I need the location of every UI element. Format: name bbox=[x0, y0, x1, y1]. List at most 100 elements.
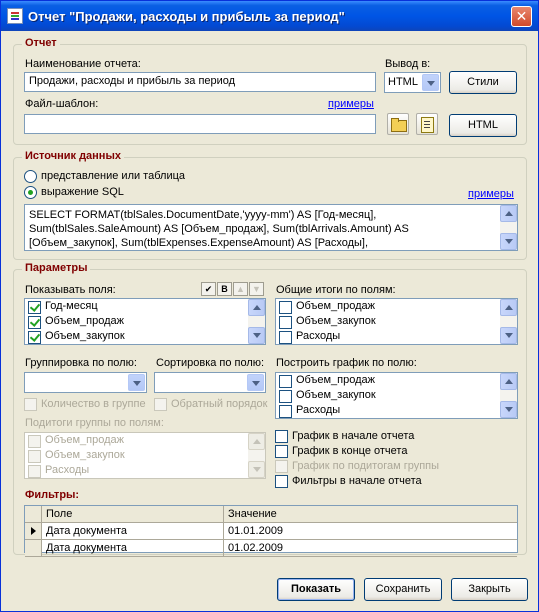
scroll-down-icon[interactable] bbox=[500, 401, 517, 418]
filters-at-start-label: Фильтры в начале отчета bbox=[292, 475, 422, 487]
checkbox[interactable] bbox=[28, 316, 41, 329]
template-file-label: Файл-шаблон: bbox=[25, 98, 99, 110]
scroll-up-icon[interactable] bbox=[248, 433, 265, 450]
scroll-up-icon[interactable] bbox=[248, 299, 265, 316]
sql-text: SELECT FORMAT(tblSales.DocumentDate,'yyy… bbox=[29, 209, 409, 249]
sql-examples-link[interactable]: примеры bbox=[468, 188, 514, 200]
chart-by-subtotals-label: График по подитогам группы bbox=[292, 460, 440, 472]
subtotals-label: Подитоги группы по полям: bbox=[25, 417, 164, 429]
filters-grid[interactable]: Поле Значение Дата документа 01.01.2009 … bbox=[24, 505, 518, 557]
show-button[interactable]: Показать bbox=[277, 578, 355, 601]
group-by-select[interactable] bbox=[24, 372, 147, 393]
chevron-down-icon[interactable] bbox=[128, 374, 145, 391]
report-group-title: Отчет bbox=[22, 37, 60, 49]
data-source-group-title: Источник данных bbox=[22, 150, 124, 162]
checkbox[interactable] bbox=[279, 405, 292, 418]
close-window-button[interactable]: ✕ bbox=[511, 6, 532, 27]
title-bar[interactable]: Отчет "Продажи, расходы и прибыль за пер… bbox=[1, 1, 538, 31]
scroll-down-icon[interactable] bbox=[500, 233, 517, 250]
bold-button[interactable]: B bbox=[217, 282, 232, 296]
filters-title: Фильтры: bbox=[25, 489, 80, 501]
report-dialog: Отчет "Продажи, расходы и прибыль за пер… bbox=[0, 0, 539, 612]
close-button[interactable]: Закрыть bbox=[451, 578, 528, 601]
checkbox[interactable] bbox=[279, 301, 292, 314]
checkbox[interactable] bbox=[279, 316, 292, 329]
row-header[interactable] bbox=[25, 523, 42, 540]
totals-scrollbar[interactable] bbox=[500, 299, 517, 344]
examples-link[interactable]: примеры bbox=[328, 98, 374, 110]
checkbox[interactable] bbox=[24, 398, 37, 411]
checkbox[interactable] bbox=[275, 460, 288, 473]
scroll-down-icon[interactable] bbox=[248, 461, 265, 478]
scroll-up-icon[interactable] bbox=[500, 205, 517, 222]
checkbox[interactable] bbox=[275, 445, 288, 458]
reverse-order-label: Обратный порядок bbox=[171, 398, 268, 410]
list-item-label: Объем_закупок bbox=[45, 449, 125, 461]
checkbox[interactable] bbox=[28, 331, 41, 344]
scroll-down-icon[interactable] bbox=[500, 327, 517, 344]
chevron-down-icon[interactable] bbox=[422, 74, 439, 91]
parameters-group-title: Параметры bbox=[22, 262, 91, 274]
checkbox[interactable] bbox=[279, 390, 292, 403]
scroll-up-icon[interactable] bbox=[500, 373, 517, 390]
grid-corner bbox=[25, 506, 42, 523]
open-folder-icon[interactable] bbox=[387, 113, 409, 135]
checkbox[interactable] bbox=[275, 430, 288, 443]
list-item-label: Расходы bbox=[296, 404, 341, 416]
checkbox[interactable] bbox=[275, 475, 288, 488]
show-fields-list[interactable]: Год-месяц Объем_продаж Объем_закупок bbox=[24, 298, 266, 345]
chart-fields-list[interactable]: Объем_продаж Объем_закупок Расходы bbox=[275, 372, 518, 419]
sql-scrollbar[interactable] bbox=[500, 205, 517, 250]
radio-sql[interactable] bbox=[24, 186, 37, 199]
column-header-value[interactable]: Значение bbox=[224, 506, 517, 523]
chart-by-label: Построить график по полю: bbox=[276, 357, 417, 369]
table-cell[interactable]: 01.01.2009 bbox=[224, 523, 517, 540]
radio-view[interactable] bbox=[24, 170, 37, 183]
subtotals-scrollbar[interactable] bbox=[248, 433, 265, 478]
sql-textarea[interactable]: SELECT FORMAT(tblSales.DocumentDate,'yyy… bbox=[24, 204, 518, 251]
checkbox[interactable] bbox=[279, 331, 292, 344]
table-cell[interactable]: Дата документа bbox=[42, 523, 224, 540]
list-item-label: Объем_продаж bbox=[45, 434, 125, 446]
styles-button[interactable]: Стили bbox=[449, 71, 517, 94]
list-item-label: Объем_продаж bbox=[296, 300, 376, 312]
subtotals-fields-list[interactable]: Объем_продаж Объем_закупок Расходы bbox=[24, 432, 266, 479]
template-file-input[interactable] bbox=[24, 114, 376, 134]
row-header[interactable] bbox=[25, 540, 42, 557]
show-fields-scrollbar[interactable] bbox=[248, 299, 265, 344]
check-all-button[interactable]: ✔ bbox=[201, 282, 216, 296]
scroll-up-icon[interactable] bbox=[500, 299, 517, 316]
output-format-select[interactable]: HTML bbox=[384, 72, 441, 93]
window-title: Отчет "Продажи, расходы и прибыль за пер… bbox=[28, 9, 345, 24]
chart-at-end-label: График в конце отчета bbox=[292, 445, 408, 457]
scroll-down-icon[interactable] bbox=[248, 327, 265, 344]
save-button[interactable]: Сохранить bbox=[364, 578, 442, 601]
chevron-down-icon[interactable] bbox=[247, 374, 264, 391]
app-icon bbox=[7, 8, 23, 24]
checkbox[interactable] bbox=[28, 450, 41, 463]
current-row-icon bbox=[31, 527, 36, 535]
html-button[interactable]: HTML bbox=[449, 114, 517, 137]
sort-by-select[interactable] bbox=[154, 372, 266, 393]
table-cell[interactable]: 01.02.2009 bbox=[224, 540, 517, 557]
checkbox[interactable] bbox=[154, 398, 167, 411]
column-header-field[interactable]: Поле bbox=[42, 506, 224, 523]
sort-by-label: Сортировка по полю: bbox=[156, 357, 265, 369]
list-item-label: Объем_закупок bbox=[45, 330, 125, 342]
checkbox[interactable] bbox=[28, 435, 41, 448]
chart-fields-scrollbar[interactable] bbox=[500, 373, 517, 418]
checkbox[interactable] bbox=[28, 301, 41, 314]
report-name-input[interactable]: Продажи, расходы и прибыль за период bbox=[24, 72, 376, 92]
show-fields-label: Показывать поля: bbox=[25, 284, 116, 296]
list-item-label: Объем_закупок bbox=[296, 315, 376, 327]
table-cell[interactable]: Дата документа bbox=[42, 540, 224, 557]
edit-template-icon[interactable] bbox=[416, 113, 438, 135]
list-item-label: Расходы bbox=[296, 330, 341, 342]
totals-fields-list[interactable]: Объем_продаж Объем_закупок Расходы bbox=[275, 298, 518, 345]
move-up-button[interactable]: ▲ bbox=[233, 282, 248, 296]
move-down-button[interactable]: ▼ bbox=[249, 282, 264, 296]
group-by-label: Группировка по полю: bbox=[25, 357, 137, 369]
chart-at-start-label: График в начале отчета bbox=[292, 430, 415, 442]
checkbox[interactable] bbox=[28, 465, 41, 478]
checkbox[interactable] bbox=[279, 375, 292, 388]
